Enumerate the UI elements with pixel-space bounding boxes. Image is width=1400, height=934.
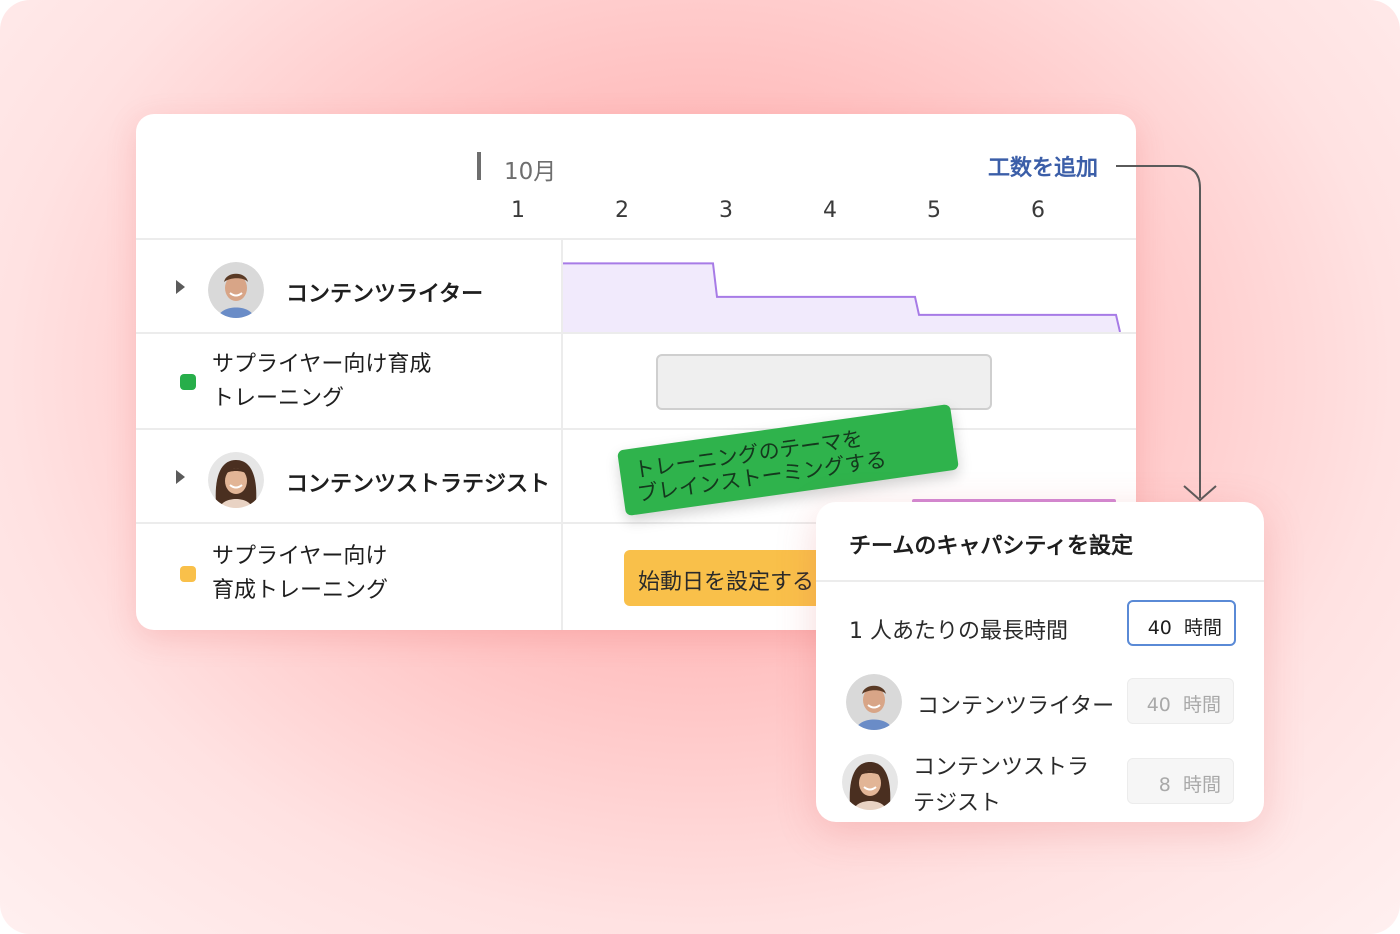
hours-value: 8 (1158, 774, 1171, 796)
empty-task-bar[interactable] (656, 354, 992, 410)
member-name: コンテンツライター (917, 694, 1115, 719)
expand-caret-icon[interactable] (176, 470, 185, 484)
member-hours-input[interactable]: 8 時間 (1127, 758, 1234, 804)
popup-divider (816, 580, 1264, 582)
day-label: 6 (1031, 198, 1045, 223)
row-title-writer: コンテンツライター (286, 282, 484, 307)
woman-avatar-icon (208, 452, 264, 508)
row-divider (136, 332, 1136, 334)
task-label[interactable]: サプライヤー向け育成 トレーニング (212, 348, 431, 416)
woman-avatar-icon (842, 754, 898, 810)
man-avatar-icon (208, 262, 264, 318)
row-divider (136, 428, 1136, 430)
task-label[interactable]: サプライヤー向け 育成トレーニング (212, 540, 388, 608)
task-label-line: 育成トレーニング (212, 578, 389, 603)
day-label: 1 (511, 198, 525, 223)
row-divider (136, 238, 1136, 240)
member-name-line: テジスト (913, 791, 1002, 816)
day-label: 3 (719, 198, 733, 223)
add-effort-link[interactable]: 工数を追加 (988, 150, 1098, 182)
man-avatar-icon (846, 674, 902, 730)
hours-unit: 時間 (1182, 774, 1221, 796)
task-label-line: トレーニング (212, 386, 345, 411)
day-label: 5 (927, 198, 941, 223)
dragging-task-card[interactable]: トレーニングのテーマを ブレインストーミングする (617, 403, 959, 517)
avatar-strategist (208, 452, 264, 508)
max-hours-label: 1 人あたりの最長時間 (849, 619, 1068, 644)
avatar-writer (208, 262, 264, 318)
hours-value: 40 (1146, 694, 1171, 716)
connector-arrow-icon (1116, 165, 1217, 502)
capacity-chart (563, 262, 1121, 332)
member-name: コンテンツストラ テジスト (913, 750, 1089, 822)
row-title-strategist: コンテンツストラテジスト (286, 472, 551, 497)
task-label-line: サプライヤー向け (212, 544, 388, 569)
hours-unit: 時間 (1183, 617, 1222, 639)
avatar-writer (846, 674, 902, 730)
avatar-strategist (842, 754, 898, 810)
status-dot-yellow (180, 566, 196, 582)
hours-unit: 時間 (1182, 694, 1221, 716)
member-name-line: コンテンツストラ (913, 755, 1090, 780)
day-label: 2 (615, 198, 629, 223)
month-marker (477, 152, 481, 180)
day-label: 4 (823, 198, 837, 223)
popup-title: チームのキャパシティを設定 (849, 534, 1134, 559)
team-capacity-popup: チームのキャパシティを設定 1 人あたりの最長時間 40 時間 コンテンツライタ… (816, 502, 1264, 822)
status-dot-green (180, 374, 196, 390)
max-hours-input[interactable]: 40 時間 (1127, 600, 1236, 646)
task-label-line: サプライヤー向け育成 (212, 352, 432, 377)
expand-caret-icon[interactable] (176, 280, 185, 294)
member-hours-input[interactable]: 40 時間 (1127, 678, 1234, 724)
hours-value: 40 (1147, 617, 1172, 639)
month-label: 10月 (504, 159, 557, 185)
